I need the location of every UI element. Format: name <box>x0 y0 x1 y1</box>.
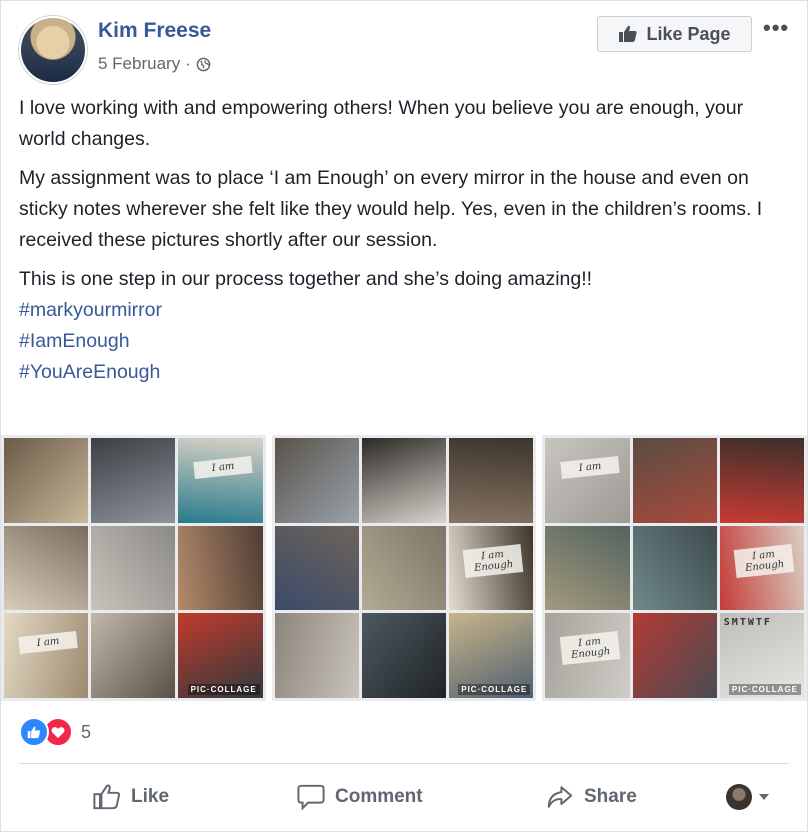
like-reaction-icon <box>19 717 49 747</box>
photo-collage[interactable]: I am I am Enough I am Enough SMTWTF PIC·COLL… <box>542 435 808 701</box>
collage-photo[interactable]: I am Enough <box>719 525 805 611</box>
photo-collage[interactable]: I am I am PIC·COLLAGE <box>1 435 266 701</box>
share-arrow-icon <box>547 786 573 808</box>
handwritten-note: I am Enough <box>462 543 524 578</box>
collage-watermark: PIC·COLLAGE <box>187 683 260 695</box>
globe-icon[interactable] <box>196 57 211 72</box>
more-options-icon[interactable]: ••• <box>763 15 789 41</box>
post-card: Kim Freese 5 February · Like Page ••• I … <box>0 0 808 832</box>
thumbs-up-icon <box>93 784 121 810</box>
reaction-count: 5 <box>81 721 92 742</box>
collage-photo[interactable] <box>4 438 89 523</box>
handwritten-note: I am <box>18 631 79 655</box>
collage-photo[interactable] <box>632 525 717 611</box>
collage-photo[interactable] <box>545 525 630 611</box>
actions-divider <box>19 763 789 764</box>
collage-photo[interactable] <box>274 525 359 611</box>
collage-photo[interactable]: I am <box>4 613 89 698</box>
like-page-label: Like Page <box>646 23 731 44</box>
collage-photo[interactable] <box>91 613 176 698</box>
collage-photo[interactable] <box>274 613 359 698</box>
collage-photo[interactable]: PIC·COLLAGE <box>449 613 534 698</box>
collage-photo[interactable] <box>178 525 263 611</box>
collage-photo[interactable] <box>361 438 447 523</box>
collage-photo[interactable]: SMTWTF PIC·COLLAGE <box>719 613 805 698</box>
action-bar: Like Comment Share <box>1 771 807 823</box>
handwritten-note: I am <box>192 456 253 480</box>
collage-photo[interactable]: I am Enough <box>545 613 630 698</box>
hashtag-link[interactable]: #YouAreEnough <box>19 357 789 388</box>
reaction-audience-selector[interactable] <box>726 784 770 810</box>
collage-photo[interactable]: PIC·COLLAGE <box>178 613 263 698</box>
author-name[interactable]: Kim Freese <box>98 19 211 43</box>
collage-photo[interactable] <box>274 438 359 523</box>
post-meta: 5 February · <box>98 54 211 74</box>
handwritten-note: I am Enough <box>733 543 795 578</box>
post-paragraph: My assignment was to place ‘I am Enough’… <box>19 167 763 251</box>
handwritten-note: I am <box>559 456 620 480</box>
comment-button[interactable]: Comment <box>297 784 423 810</box>
collage-photo[interactable] <box>361 525 447 611</box>
collage-photo[interactable] <box>719 438 805 523</box>
collage-photo[interactable] <box>91 525 176 611</box>
photo-gallery: I am I am PIC·COLLAGE I am Enough PIC·COLLAG… <box>1 435 808 701</box>
like-label: Like <box>131 786 170 807</box>
post-paragraph-text: This is one step in our process together… <box>19 268 593 290</box>
post-paragraph: This is one step in our process together… <box>19 264 789 388</box>
post-date[interactable]: 5 February <box>98 54 180 74</box>
like-button[interactable]: Like <box>93 784 169 810</box>
collage-watermark: PIC·COLLAGE <box>458 683 531 695</box>
comment-bubble-icon <box>297 784 325 810</box>
chevron-down-icon <box>759 794 769 800</box>
share-button[interactable]: Share <box>546 784 637 810</box>
comment-label: Comment <box>335 786 423 807</box>
collage-photo[interactable] <box>4 525 89 611</box>
author-avatar[interactable] <box>19 16 87 84</box>
collage-photo[interactable] <box>449 438 534 523</box>
collage-photo[interactable]: I am <box>545 438 630 523</box>
reactions-summary[interactable]: 5 <box>19 717 91 747</box>
hashtag-link[interactable]: #markyourmirror <box>19 295 789 326</box>
photo-collage[interactable]: I am Enough PIC·COLLAGE <box>271 435 537 701</box>
viewer-avatar <box>726 784 752 810</box>
like-page-button[interactable]: Like Page <box>597 16 752 52</box>
collage-photo[interactable] <box>91 438 176 523</box>
handwritten-note: I am Enough <box>559 631 621 666</box>
collage-photo[interactable] <box>361 613 447 698</box>
post-body: I love working with and empowering other… <box>19 93 789 388</box>
collage-photo[interactable]: I am <box>178 438 263 523</box>
thumbs-up-icon <box>619 25 638 42</box>
collage-watermark: PIC·COLLAGE <box>728 683 802 695</box>
hashtag-link[interactable]: #IamEnough <box>19 326 789 357</box>
collage-photo[interactable] <box>632 438 717 523</box>
meta-separator: · <box>185 54 191 73</box>
collage-photo[interactable] <box>632 613 717 698</box>
collage-photo[interactable]: I am Enough <box>449 525 534 611</box>
post-paragraph: I love working with and empowering other… <box>19 97 744 150</box>
share-label: Share <box>584 786 637 807</box>
calendar-header: SMTWTF <box>723 617 772 629</box>
